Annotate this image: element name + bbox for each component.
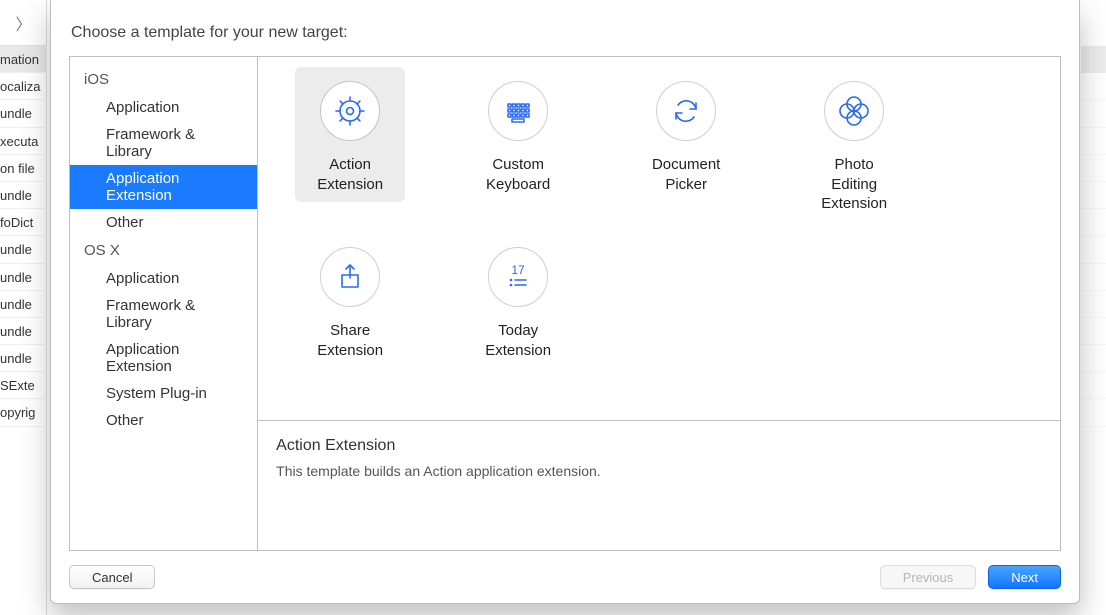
sidebar-item-application[interactable]: Application: [70, 265, 257, 292]
gear-icon: [320, 81, 380, 141]
background-left-panel: 〉 mationocalizaundlexecutaon fileundlefo…: [0, 0, 47, 615]
template-grid: ActionExtension CustomKeyboard DocumentPic…: [258, 57, 1060, 420]
template-tile-photo-editing-extension[interactable]: Photo EditingExtension: [774, 67, 934, 211]
new-target-template-sheet: Choose a template for your new target: i…: [50, 0, 1080, 604]
previous-button[interactable]: Previous: [880, 565, 977, 589]
template-main: ActionExtension CustomKeyboard DocumentPic…: [258, 57, 1060, 550]
template-tile-label: TodayExtension: [469, 319, 567, 362]
template-tile-label: Photo EditingExtension: [805, 153, 903, 216]
navigator-row[interactable]: undle: [0, 318, 47, 345]
cancel-button[interactable]: Cancel: [69, 565, 155, 589]
sidebar-item-framework-library[interactable]: Framework & Library: [70, 121, 257, 165]
navigator-chevron-icon[interactable]: 〉: [0, 0, 47, 46]
template-tile-document-picker[interactable]: DocumentPicker: [606, 67, 766, 211]
navigator-row[interactable]: on file: [0, 155, 47, 182]
navigator-row[interactable]: mation: [0, 46, 47, 73]
next-button[interactable]: Next: [988, 565, 1061, 589]
sheet-title: Choose a template for your new target:: [71, 24, 1059, 42]
template-tile-custom-keyboard[interactable]: CustomKeyboard: [438, 67, 598, 211]
template-tile-label: Share Extension: [301, 319, 399, 362]
navigator-row[interactable]: undle: [0, 100, 47, 127]
navigator-row[interactable]: foDict: [0, 209, 47, 236]
navigator-row[interactable]: undle: [0, 264, 47, 291]
template-tile-label: ActionExtension: [301, 153, 399, 196]
template-tile-label: DocumentPicker: [637, 153, 735, 196]
keyboard-icon: [488, 81, 548, 141]
svg-text:17: 17: [511, 263, 525, 277]
template-tile-share-extension[interactable]: Share Extension: [270, 233, 430, 377]
navigator-row[interactable]: SExte: [0, 372, 47, 399]
refresh-icon: [656, 81, 716, 141]
sidebar-group-ios: iOS: [70, 65, 257, 94]
navigator-row[interactable]: xecuta: [0, 128, 47, 155]
sidebar-item-other[interactable]: Other: [70, 209, 257, 236]
navigator-row[interactable]: undle: [0, 345, 47, 372]
sidebar-item-system-plug-in[interactable]: System Plug-in: [70, 380, 257, 407]
template-description: Action Extension This template builds an…: [258, 420, 1060, 550]
sidebar-group-os-x: OS X: [70, 236, 257, 265]
navigator-row[interactable]: undle: [0, 236, 47, 263]
background-right-strip: [1081, 0, 1106, 615]
sidebar-item-framework-library[interactable]: Framework & Library: [70, 292, 257, 336]
template-tile-label: CustomKeyboard: [469, 153, 567, 196]
sidebar-item-application-extension[interactable]: Application Extension: [70, 165, 257, 209]
sidebar-item-application[interactable]: Application: [70, 94, 257, 121]
today-icon: 17: [488, 247, 548, 307]
navigator-row[interactable]: undle: [0, 182, 47, 209]
share-icon: [320, 247, 380, 307]
template-tile-today-extension[interactable]: 17 TodayExtension: [438, 233, 598, 377]
sheet-footer: Cancel Previous Next: [69, 551, 1061, 589]
template-category-sidebar: iOSApplicationFramework & LibraryApplica…: [70, 57, 258, 550]
flower-icon: [824, 81, 884, 141]
template-tile-action-extension[interactable]: ActionExtension: [270, 67, 430, 211]
sheet-body: iOSApplicationFramework & LibraryApplica…: [69, 56, 1061, 551]
sidebar-item-application-extension[interactable]: Application Extension: [70, 336, 257, 380]
description-title: Action Extension: [276, 437, 1042, 455]
navigator-row[interactable]: undle: [0, 291, 47, 318]
sidebar-item-other[interactable]: Other: [70, 407, 257, 434]
description-text: This template builds an Action applicati…: [276, 463, 1042, 479]
navigator-row[interactable]: ocaliza: [0, 73, 47, 100]
navigator-row[interactable]: opyrig: [0, 399, 47, 426]
